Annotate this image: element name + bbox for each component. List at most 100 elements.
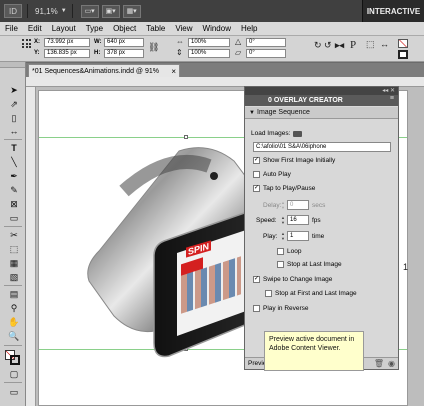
stroke-icon[interactable] [10,355,20,365]
image-sequence-section[interactable]: ▼ Image Sequence [245,107,398,119]
gradient-feather-tool-icon[interactable]: ▧ [7,271,21,283]
flip-icon[interactable]: ▸◂ [335,40,344,51]
select-next-icon[interactable]: ↔ [380,39,389,49]
folder-icon[interactable] [293,131,302,137]
w-label: W: [94,39,102,45]
type-tool-icon[interactable]: T [7,142,21,154]
rectangle-tool-icon[interactable]: ▭ [7,212,21,224]
loop-label: Loop [287,248,302,255]
menu-window[interactable]: Window [198,24,236,33]
menu-table[interactable]: Table [141,24,170,33]
preview-icon[interactable]: ◉ [388,359,395,368]
eyedropper-tool-icon[interactable]: ⚲ [7,302,21,314]
page-tool-icon[interactable]: ▯ [7,112,21,124]
stop-last-label: Stop at Last Image [287,261,342,268]
y-position-field[interactable]: 136.835 px [44,49,90,58]
rotate-icon: △ [235,37,242,46]
scale-x-field[interactable]: 100% [188,38,230,47]
swipe-checkbox[interactable]: ✓ [253,276,260,283]
shear-icon: ▱ [235,48,242,57]
formatting-container-icon[interactable]: ▢ [7,368,21,380]
arrange-documents-icon[interactable]: ▦▾ [122,4,141,18]
vertical-ruler[interactable] [26,87,36,406]
divider [4,382,22,383]
select-container-icon[interactable]: ⬚ [366,39,375,50]
pen-tool-icon[interactable]: ✒ [7,170,21,182]
auto-play-checkbox[interactable] [253,171,260,178]
gradient-swatch-tool-icon[interactable]: ▦ [7,257,21,269]
application-bar: ID 91,1% ▼ ▭▾ ▣▾ ▦▾ INTERACTIVE [0,0,424,22]
document-tab-bar: *01 Sequences&Animations.indd @ 91% × [26,63,424,77]
width-field[interactable]: 640 px [104,38,144,47]
speed-spinner-icon[interactable]: ▲ ▼ [281,215,286,225]
height-field[interactable]: 378 px [104,49,144,58]
h-label: H: [94,50,101,56]
toolbox-grip[interactable] [0,62,25,68]
menu-type[interactable]: Type [81,24,108,33]
panel-title[interactable]: 0 OVERLAY CREATOR [245,95,398,106]
menu-view[interactable]: View [170,24,197,33]
trash-icon[interactable]: 🗑 [374,359,384,368]
note-tool-icon[interactable]: ▤ [7,288,21,300]
stop-first-last-checkbox[interactable] [265,290,272,297]
delay-spinner-icon[interactable]: ▲ ▼ [281,200,286,210]
rotation-field[interactable]: 0° [246,38,286,47]
rotate-ccw-icon[interactable]: ↺ [324,40,332,51]
menu-help[interactable]: Help [236,24,262,33]
constrain-proportions-icon[interactable]: ⛓ [148,42,159,53]
speed-label: Speed: [256,217,277,224]
workspace-switcher[interactable]: INTERACTIVE [362,0,424,22]
page-number: 1 [403,262,409,272]
shear-field[interactable]: 0° [246,49,286,58]
zoom-tool-icon[interactable]: 🔍 [7,330,21,342]
free-transform-tool-icon[interactable]: ⬚ [7,243,21,255]
app-logo: ID [4,4,22,18]
panel-menu-icon[interactable]: ≡ [390,95,394,102]
divider [27,4,28,18]
screen-mode-icon[interactable]: ▣▾ [101,4,120,18]
pencil-tool-icon[interactable]: ✎ [7,184,21,196]
stop-last-checkbox[interactable] [277,261,284,268]
screen-mode-icon[interactable]: ▭ [7,386,21,398]
gap-tool-icon[interactable]: ↔ [7,125,21,137]
show-first-checkbox[interactable]: ✓ [253,157,260,164]
loop-checkbox[interactable] [277,248,284,255]
menu-layout[interactable]: Layout [47,24,81,33]
flip-p-icon[interactable]: P [350,39,356,51]
menu-bar: File Edit Layout Type Object Table View … [0,22,424,36]
hand-tool-icon[interactable]: ✋ [7,316,21,328]
chevron-down-icon[interactable]: ▼ [61,8,67,14]
stroke-swatch-icon[interactable] [398,50,408,59]
selection-tool-icon[interactable]: ➤ [7,84,21,96]
document-tab[interactable]: *01 Sequences&Animations.indd @ 91% × [28,64,180,77]
zoom-level[interactable]: 91,1% [35,7,58,16]
view-options-icon[interactable]: ▭▾ [80,4,99,18]
load-images-label: Load Images: [251,130,291,137]
scale-y-field[interactable]: 100% [188,49,230,58]
rotate-cw-icon[interactable]: ↻ [314,40,322,51]
speed-field[interactable]: 16 [287,215,309,225]
tap-to-play-checkbox[interactable]: ✓ [253,185,260,192]
panel-collapse-bar[interactable]: ◂◂ ✕ [245,87,398,95]
delay-label: Delay: [263,202,282,209]
play-reverse-checkbox[interactable] [253,305,260,312]
divider [4,345,22,346]
play-count-field[interactable]: 1 [287,231,309,241]
reference-point-icon[interactable] [22,39,32,49]
direct-selection-tool-icon[interactable]: ⇗ [7,98,21,110]
indesign-window: ID 91,1% ▼ ▭▾ ▣▾ ▦▾ INTERACTIVE File Edi… [0,0,424,406]
auto-play-label: Auto Play [263,171,291,178]
menu-edit[interactable]: Edit [23,24,47,33]
scissors-tool-icon[interactable]: ✂ [7,229,21,241]
image-path-field[interactable]: C:\afolio\01 S&A\06iphone [253,142,391,152]
x-position-field[interactable]: 73.992 px [44,38,90,47]
menu-object[interactable]: Object [108,24,141,33]
line-tool-icon[interactable]: ╲ [7,156,21,168]
play-spinner-icon[interactable]: ▲ ▼ [281,231,286,241]
rectangle-frame-tool-icon[interactable]: ⊠ [7,198,21,210]
fill-swatch-icon[interactable] [398,39,408,48]
delay-field[interactable]: 0 [287,200,309,210]
stop-first-last-label: Stop at First and Last Image [275,290,357,297]
menu-file[interactable]: File [0,24,23,33]
x-label: X: [34,39,40,45]
